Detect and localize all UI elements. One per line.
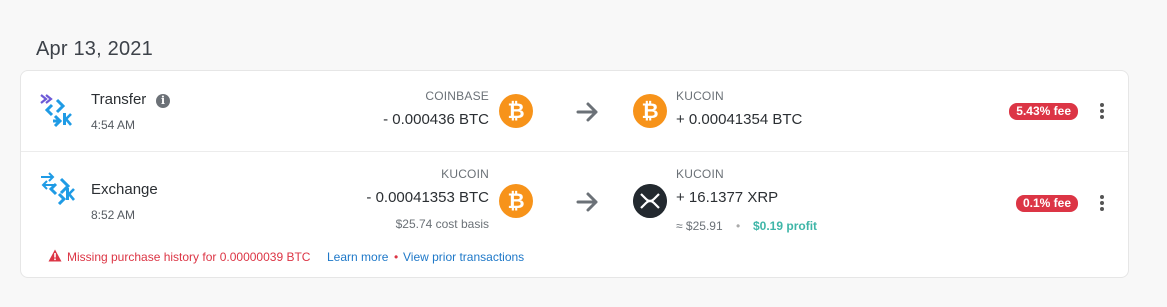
from-wallet-name: KUCOIN bbox=[441, 167, 489, 181]
info-icon[interactable]: i bbox=[156, 94, 170, 108]
profit-amount: $0.19 profit bbox=[753, 219, 818, 233]
to-wallet-name: KUCOIN bbox=[676, 89, 724, 103]
fee-badge: 5.43% fee bbox=[1009, 103, 1078, 120]
transaction-time: 4:54 AM bbox=[91, 118, 136, 132]
transaction-row-transfer[interactable]: Transfer i 4:54 AM COINBASE - 0.000436 B… bbox=[21, 71, 1128, 152]
transaction-type: Transfer bbox=[91, 91, 147, 108]
bitcoin-icon: ₿ bbox=[633, 94, 667, 128]
more-options-icon[interactable] bbox=[1094, 193, 1110, 211]
warning-icon bbox=[48, 249, 62, 262]
transaction-type: Exchange bbox=[91, 181, 158, 198]
more-options-icon[interactable] bbox=[1094, 101, 1110, 119]
kucoin-transfer-icon bbox=[40, 94, 72, 128]
to-amount: + 16.1377 XRP bbox=[676, 189, 779, 206]
kucoin-exchange-icon bbox=[41, 172, 75, 205]
transaction-time: 8:52 AM bbox=[91, 208, 136, 222]
from-amount: - 0.000436 BTC bbox=[383, 111, 489, 128]
date-header: Apr 13, 2021 bbox=[36, 38, 153, 60]
view-prior-transactions-link[interactable]: View prior transactions bbox=[403, 250, 524, 264]
bitcoin-icon: ₿ bbox=[499, 94, 533, 128]
missing-history-warning: Missing purchase history for 0.00000039 … bbox=[67, 250, 311, 264]
arrow-right-icon bbox=[576, 192, 598, 212]
cost-basis: $25.74 cost basis bbox=[395, 217, 489, 231]
xrp-icon bbox=[633, 184, 667, 218]
learn-more-link[interactable]: Learn more bbox=[327, 250, 388, 264]
transaction-row-exchange[interactable]: Exchange 8:52 AM KUCOIN - 0.00041353 BTC… bbox=[21, 151, 1128, 279]
bitcoin-icon: ₿ bbox=[499, 184, 533, 218]
from-amount: - 0.00041353 BTC bbox=[366, 189, 489, 206]
fee-badge: 0.1% fee bbox=[1015, 195, 1078, 212]
from-wallet-name: COINBASE bbox=[425, 89, 489, 103]
value-separator: • bbox=[736, 219, 741, 233]
transactions-card: Transfer i 4:54 AM COINBASE - 0.000436 B… bbox=[20, 70, 1129, 278]
to-amount: + 0.00041354 BTC bbox=[676, 111, 803, 128]
link-separator: • bbox=[394, 250, 399, 264]
to-value: ≈ $25.91 bbox=[676, 219, 723, 233]
arrow-right-icon bbox=[576, 102, 598, 122]
to-wallet-name: KUCOIN bbox=[676, 167, 724, 181]
